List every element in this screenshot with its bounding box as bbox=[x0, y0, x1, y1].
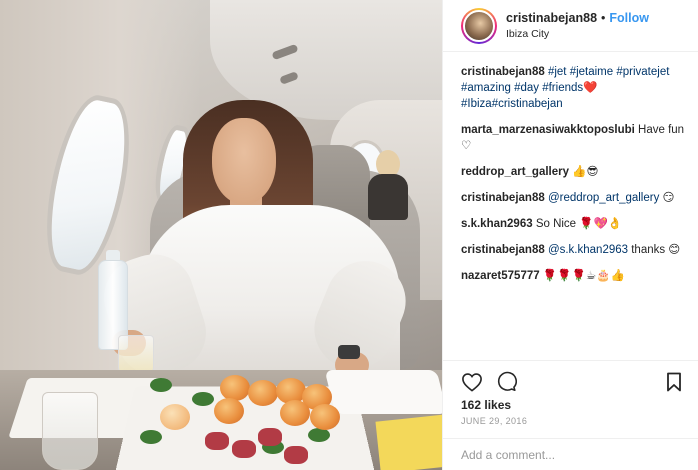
comment-author[interactable]: reddrop_art_gallery bbox=[461, 166, 569, 178]
heart-outline-icon[interactable] bbox=[461, 371, 483, 393]
comment-text: thanks 😊 bbox=[631, 244, 681, 256]
caption-author[interactable]: cristinabejan88 bbox=[461, 66, 545, 78]
drink-glass bbox=[118, 335, 154, 375]
separator-dot: • bbox=[601, 11, 606, 25]
post-header: cristinabejan88 • Follow Ibiza City bbox=[443, 0, 698, 52]
food-slice bbox=[284, 446, 308, 464]
location-link[interactable]: Ibiza City bbox=[506, 28, 649, 40]
hashtag[interactable]: #jetaime bbox=[570, 66, 613, 78]
comment-item: cristinabejan88 @reddrop_art_gallery 😏 bbox=[461, 190, 687, 206]
food-roll bbox=[310, 404, 340, 430]
heart-emoji: ❤️ bbox=[583, 82, 598, 94]
food-roll bbox=[160, 404, 190, 430]
comment-mention[interactable]: @s.k.khan2963 bbox=[548, 244, 628, 256]
comment-list: cristinabejan88 #jet #jetaime #privateje… bbox=[443, 64, 698, 294]
action-bar bbox=[443, 360, 698, 396]
food-roll bbox=[280, 400, 310, 426]
food-roll bbox=[248, 380, 278, 406]
comment-text: So Nice 🌹💖👌 bbox=[535, 218, 623, 230]
like-count[interactable]: 162 likes bbox=[461, 398, 511, 412]
hashtag[interactable]: #jet bbox=[548, 66, 567, 78]
wristwatch bbox=[338, 345, 360, 359]
wine-glass bbox=[42, 392, 98, 470]
food-slice bbox=[205, 432, 229, 450]
speech-bubble-icon[interactable] bbox=[495, 371, 517, 393]
bookmark-icon[interactable] bbox=[663, 371, 685, 393]
post-date: JUNE 29, 2016 bbox=[461, 416, 528, 426]
food-slice bbox=[258, 428, 282, 446]
comment-item: marta_marzenasiwakktoposlubi Have fun ♡ bbox=[461, 122, 687, 154]
garnish bbox=[308, 428, 330, 442]
comment-mention[interactable]: @reddrop_art_gallery bbox=[548, 192, 659, 204]
post-photo[interactable] bbox=[0, 0, 442, 470]
comment-text: 😏 bbox=[662, 192, 675, 204]
add-comment-bar bbox=[443, 438, 698, 470]
food-roll bbox=[220, 375, 250, 401]
hashtag[interactable]: #cristinabejan bbox=[492, 98, 563, 110]
hashtag[interactable]: #privatejet bbox=[616, 66, 669, 78]
food-slice bbox=[232, 440, 256, 458]
follow-button[interactable]: Follow bbox=[609, 11, 649, 25]
comment-text: 👍😎 bbox=[572, 166, 599, 178]
avatar[interactable] bbox=[461, 7, 497, 44]
author-username[interactable]: cristinabejan88 bbox=[506, 11, 597, 25]
hashtag[interactable]: #Ibiza bbox=[461, 98, 492, 110]
garnish bbox=[192, 392, 214, 406]
comment-author[interactable]: nazaret575777 bbox=[461, 270, 540, 282]
comment-author[interactable]: cristinabejan88 bbox=[461, 244, 545, 256]
caption: cristinabejan88 #jet #jetaime #privateje… bbox=[461, 64, 687, 112]
plate bbox=[324, 370, 442, 414]
food-roll bbox=[214, 398, 244, 424]
yellow-napkin bbox=[375, 414, 442, 470]
comment-item: nazaret575777 🌹🌹🌹☕🎂👍 bbox=[461, 268, 687, 284]
instagram-post: cristinabejan88 • Follow Ibiza City cris… bbox=[0, 0, 698, 470]
comment-author[interactable]: cristinabejan88 bbox=[461, 192, 545, 204]
post-sidebar: cristinabejan88 • Follow Ibiza City cris… bbox=[442, 0, 698, 470]
comment-author[interactable]: s.k.khan2963 bbox=[461, 218, 533, 230]
comment-item: reddrop_art_gallery 👍😎 bbox=[461, 164, 687, 180]
comment-author[interactable]: marta_marzenasiwakktoposlubi bbox=[461, 124, 635, 136]
comment-item: s.k.khan2963 So Nice 🌹💖👌 bbox=[461, 216, 687, 232]
hashtag[interactable]: #amazing bbox=[461, 82, 511, 94]
comment-text: 🌹🌹🌹☕🎂👍 bbox=[542, 270, 625, 282]
hashtag[interactable]: #day bbox=[514, 82, 539, 94]
hashtag[interactable]: #friends bbox=[542, 82, 583, 94]
passenger bbox=[368, 150, 408, 220]
comment-item: cristinabejan88 @s.k.khan2963 thanks 😊 bbox=[461, 242, 687, 258]
garnish bbox=[140, 430, 162, 444]
comment-input[interactable] bbox=[461, 447, 681, 462]
woman-face bbox=[212, 118, 276, 204]
garnish bbox=[150, 378, 172, 392]
